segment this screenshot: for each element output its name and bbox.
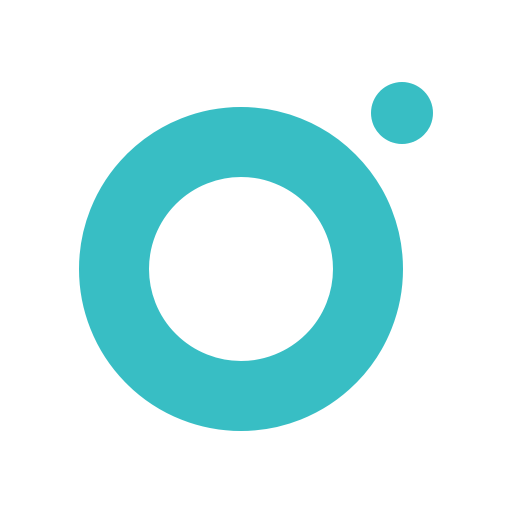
- ring-logo-icon: [79, 82, 433, 431]
- logo-ring: [79, 107, 403, 431]
- logo-dot: [371, 82, 433, 144]
- logo-canvas: [0, 0, 512, 512]
